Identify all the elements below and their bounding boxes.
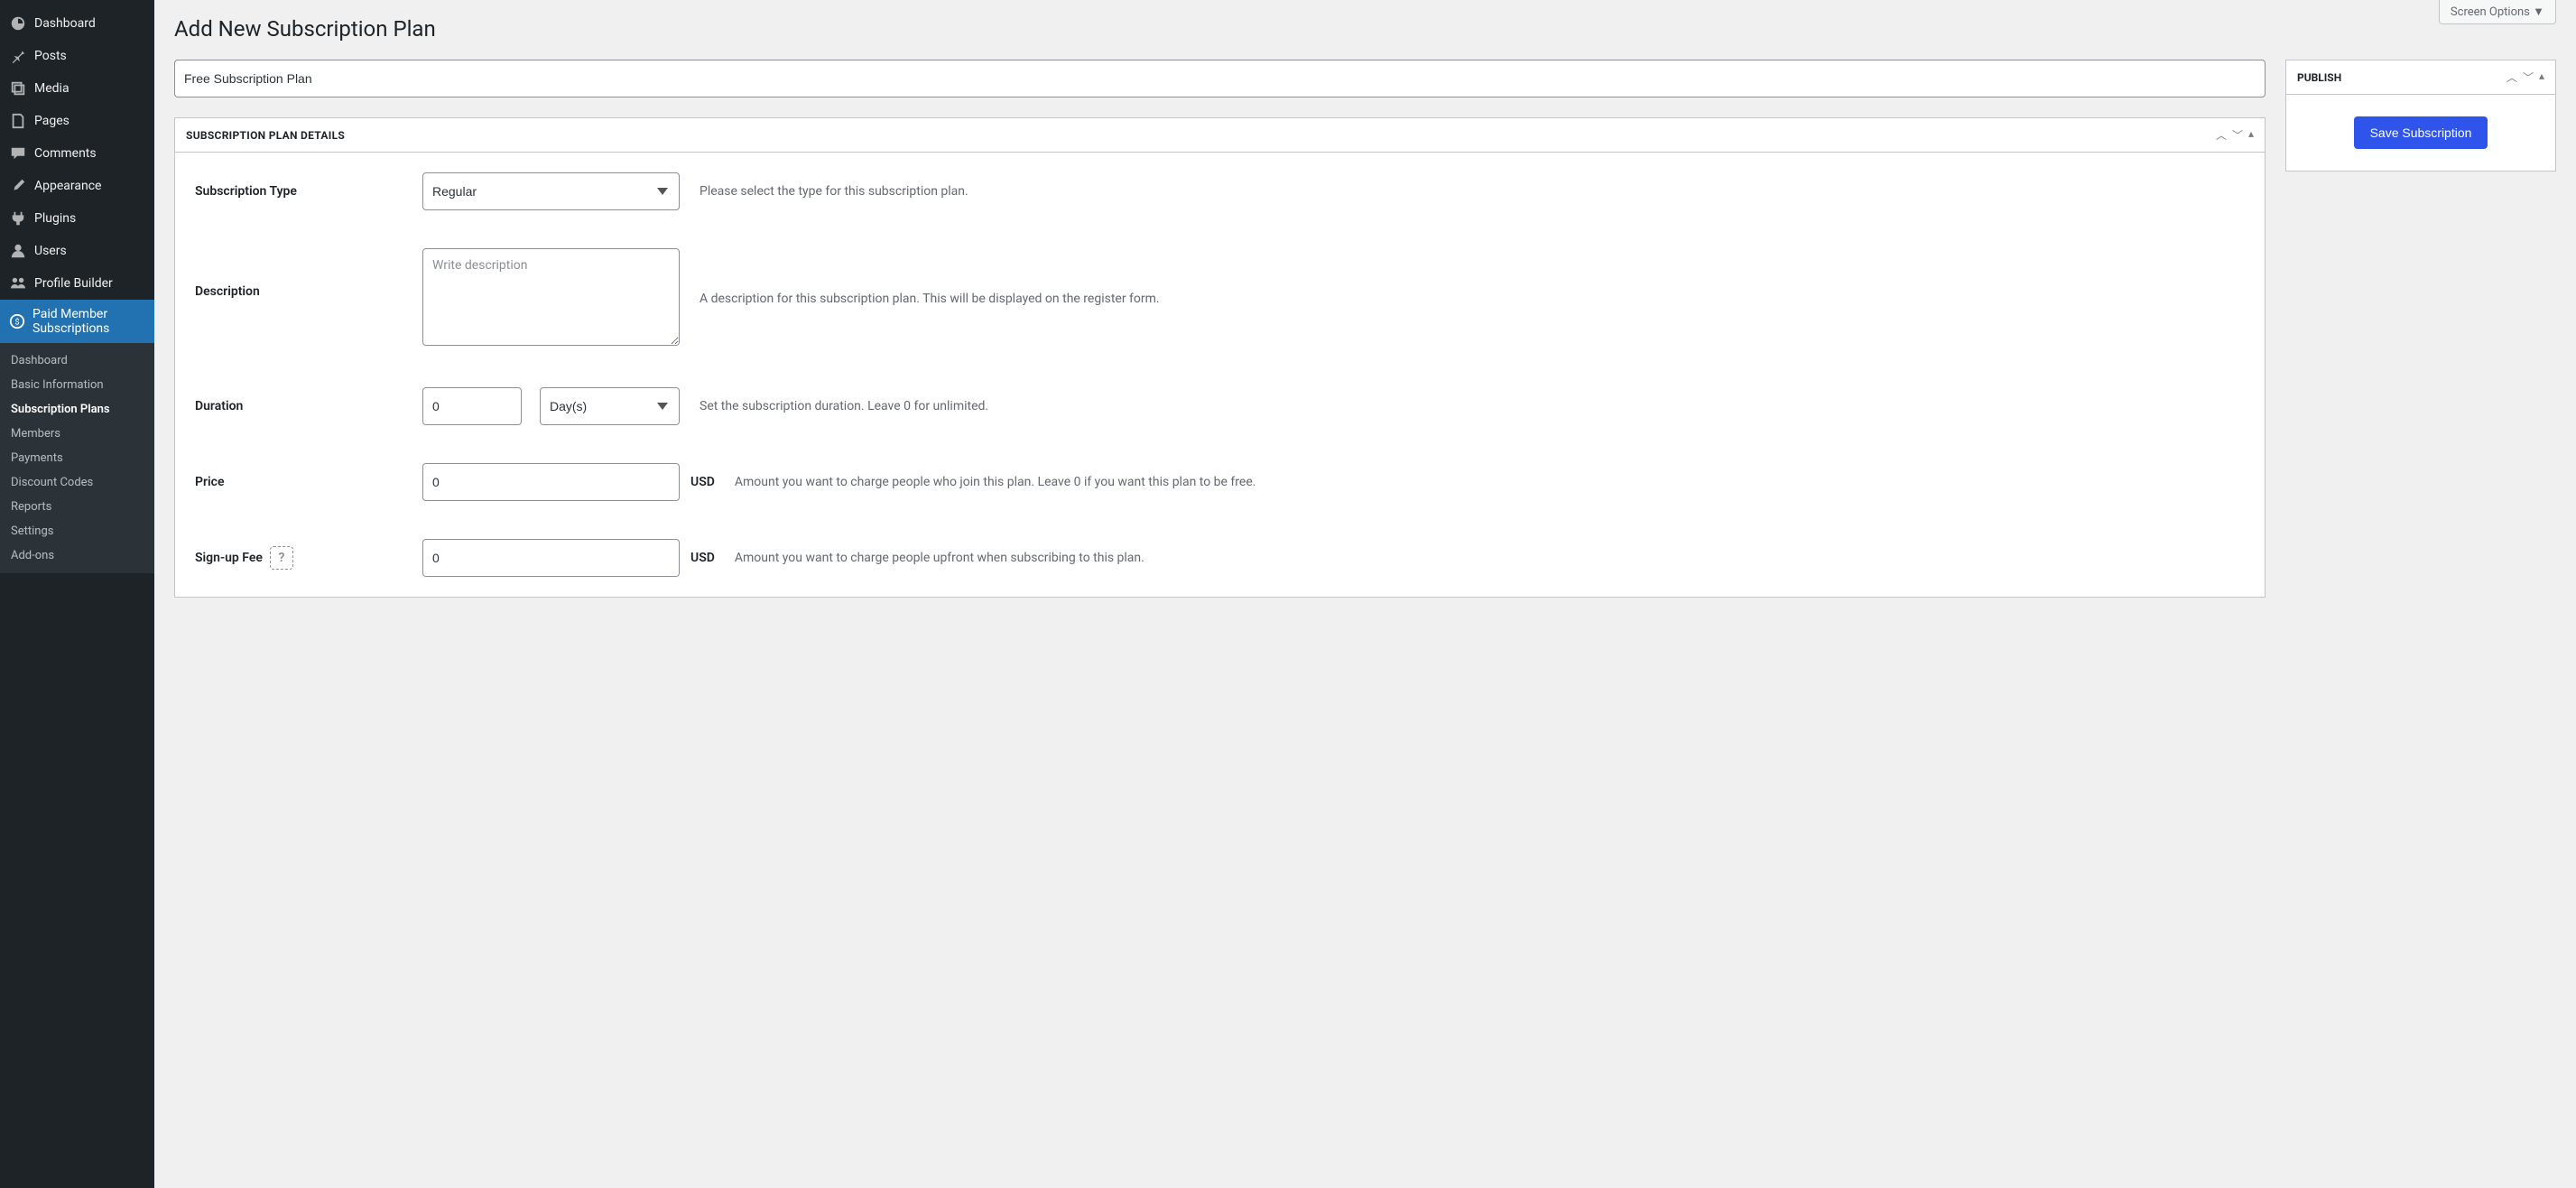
sidebar-item-label: Posts	[34, 49, 67, 63]
row-description: Description A description for this subsc…	[195, 248, 2245, 349]
triangle-up-icon[interactable]: ▴	[2539, 70, 2544, 85]
triangle-up-icon[interactable]: ▴	[2248, 127, 2254, 143]
submenu-item-addons[interactable]: Add-ons	[0, 543, 154, 568]
sidebar-item-label: Appearance	[34, 179, 101, 193]
sidebar-item-label: Profile Builder	[34, 276, 113, 291]
label-description: Description	[195, 248, 422, 299]
profile-builder-icon	[9, 274, 27, 292]
sidebar-item-paid-member-subscriptions[interactable]: $ Paid Member Subscriptions	[0, 300, 154, 343]
plug-icon	[9, 209, 27, 227]
hint-signup-fee: Amount you want to charge people upfront…	[735, 549, 1144, 568]
price-currency: USD	[690, 475, 715, 489]
row-price: Price USD Amount you want to charge peop…	[195, 463, 2245, 501]
sidebar-item-label: Plugins	[34, 211, 76, 226]
submenu-item-subscription-plans[interactable]: Subscription Plans	[0, 397, 154, 422]
subscriptions-icon: $	[9, 312, 25, 330]
details-panel-title: Subscription Plan Details	[186, 129, 345, 142]
description-textarea[interactable]	[422, 248, 680, 346]
page-title: Add New Subscription Plan	[174, 16, 2556, 42]
submenu-item-discount-codes[interactable]: Discount Codes	[0, 470, 154, 495]
sidebar-item-appearance[interactable]: Appearance	[0, 170, 154, 202]
chevron-down-icon[interactable]: ﹀	[2232, 127, 2243, 143]
signup-fee-currency: USD	[690, 551, 715, 565]
sidebar-item-plugins[interactable]: Plugins	[0, 202, 154, 235]
price-input[interactable]	[422, 463, 680, 501]
chevron-down-icon: ▼	[2533, 5, 2544, 19]
sidebar-item-label: Pages	[34, 114, 69, 128]
details-panel-header: Subscription Plan Details ︿ ﹀ ▴	[175, 118, 2265, 153]
publish-panel: Publish ︿ ﹀ ▴ Save Subscription	[2285, 60, 2556, 172]
sidebar-item-profile-builder[interactable]: Profile Builder	[0, 267, 154, 300]
row-duration: Duration Day(s) Set the subscription dur…	[195, 387, 2245, 425]
publish-panel-header: Publish ︿ ﹀ ▴	[2286, 60, 2555, 95]
hint-duration: Set the subscription duration. Leave 0 f…	[700, 397, 988, 416]
publish-panel-title: Publish	[2297, 71, 2341, 84]
sidebar-item-media[interactable]: Media	[0, 72, 154, 105]
submenu-item-members[interactable]: Members	[0, 422, 154, 446]
hint-subscription-type: Please select the type for this subscrip…	[700, 182, 968, 201]
pin-icon	[9, 47, 27, 65]
brush-icon	[9, 177, 27, 195]
details-panel: Subscription Plan Details ︿ ﹀ ▴ Subscrip…	[174, 117, 2266, 598]
signup-fee-input[interactable]	[422, 539, 680, 577]
submenu-item-basic-information[interactable]: Basic Information	[0, 373, 154, 397]
svg-text:$: $	[14, 318, 19, 328]
screen-options-toggle[interactable]: Screen Options ▼	[2439, 0, 2556, 24]
submenu-item-dashboard[interactable]: Dashboard	[0, 348, 154, 373]
media-icon	[9, 79, 27, 97]
sidebar-item-users[interactable]: Users	[0, 235, 154, 267]
plan-title-input[interactable]	[174, 60, 2266, 97]
sidebar-item-pages[interactable]: Pages	[0, 105, 154, 137]
user-icon	[9, 242, 27, 260]
page-icon	[9, 112, 27, 130]
sidebar-item-label: Paid Member Subscriptions	[32, 307, 145, 336]
duration-input[interactable]	[422, 387, 522, 425]
label-duration: Duration	[195, 399, 422, 413]
sidebar-item-label: Media	[34, 81, 69, 96]
sidebar-item-posts[interactable]: Posts	[0, 40, 154, 72]
sidebar-item-comments[interactable]: Comments	[0, 137, 154, 170]
subscription-type-select[interactable]: Regular	[422, 172, 680, 210]
sidebar-item-label: Comments	[34, 146, 97, 161]
sidebar-item-label: Users	[34, 244, 67, 258]
save-subscription-button[interactable]: Save Subscription	[2354, 116, 2488, 149]
admin-sidebar: Dashboard Posts Media Pages Comments App…	[0, 0, 154, 1188]
sidebar-item-dashboard[interactable]: Dashboard	[0, 7, 154, 40]
row-subscription-type: Subscription Type Regular Please select …	[195, 172, 2245, 210]
chevron-up-icon[interactable]: ︿	[2507, 70, 2517, 85]
duration-unit-select[interactable]: Day(s)	[540, 387, 680, 425]
hint-price: Amount you want to charge people who joi…	[735, 473, 1256, 492]
submenu-item-payments[interactable]: Payments	[0, 446, 154, 470]
chevron-up-icon[interactable]: ︿	[2216, 127, 2227, 143]
label-price: Price	[195, 475, 422, 489]
chevron-down-icon[interactable]: ﹀	[2523, 70, 2534, 85]
screen-options-label: Screen Options	[2451, 5, 2530, 19]
comment-icon	[9, 144, 27, 162]
main-content: Screen Options ▼ Add New Subscription Pl…	[154, 0, 2576, 1188]
dashboard-icon	[9, 14, 27, 32]
hint-description: A description for this subscription plan…	[700, 290, 1160, 309]
sidebar-item-label: Dashboard	[34, 16, 96, 31]
label-subscription-type: Subscription Type	[195, 184, 422, 199]
row-signup-fee: Sign-up Fee ? USD Amount you want to cha…	[195, 539, 2245, 577]
submenu: Dashboard Basic Information Subscription…	[0, 343, 154, 573]
submenu-item-settings[interactable]: Settings	[0, 519, 154, 543]
label-signup-fee: Sign-up Fee ?	[195, 546, 422, 570]
help-icon[interactable]: ?	[270, 546, 293, 570]
submenu-item-reports[interactable]: Reports	[0, 495, 154, 519]
